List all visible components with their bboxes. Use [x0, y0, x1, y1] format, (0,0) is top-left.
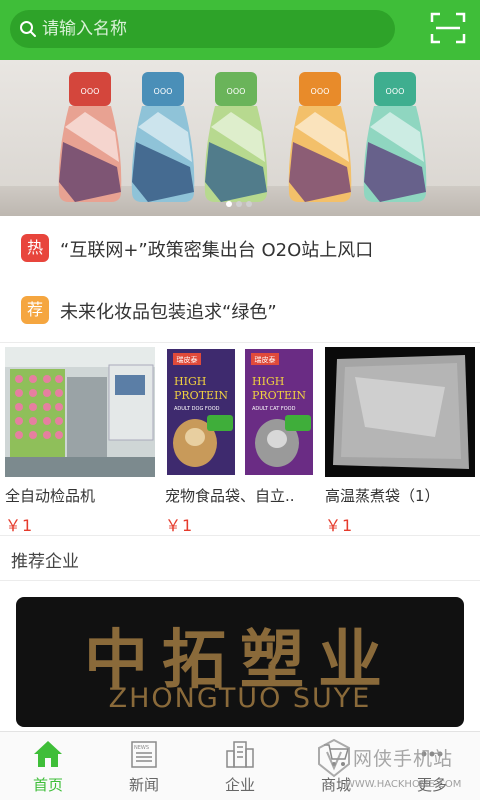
- company-name-en: ZHONGTUO SUYE: [108, 683, 372, 714]
- dog-food-label: ADULT DOG FOOD: [174, 406, 220, 412]
- building-icon: [226, 741, 254, 768]
- top-bar: [0, 0, 480, 60]
- home-icon: [34, 741, 62, 767]
- banner-bottle-blue: OOO: [131, 72, 195, 202]
- product-image: [325, 347, 475, 477]
- tab-label: 商城: [320, 776, 351, 794]
- scan-icon[interactable]: [430, 12, 466, 44]
- tab-news[interactable]: NEWS 新闻: [96, 732, 192, 800]
- svg-text:OOO: OOO: [311, 87, 330, 96]
- search-icon: [20, 21, 36, 37]
- news-title[interactable]: 未来化妆品包装追求“绿色”: [60, 298, 277, 324]
- carousel-dot[interactable]: [226, 201, 232, 207]
- product-name: 全自动检品机: [5, 487, 96, 505]
- svg-text:OOO: OOO: [386, 87, 405, 96]
- news-item[interactable]: 热 “互联网+”政策密集出台 O2O站上风口: [0, 218, 480, 280]
- divider: [0, 342, 480, 343]
- search-bar[interactable]: [10, 10, 395, 48]
- section-title: 推荐企业: [11, 552, 79, 572]
- search-input[interactable]: [42, 10, 382, 48]
- news-icon: NEWS: [131, 741, 157, 768]
- product-card[interactable]: 瑞皮泰 瑞皮泰 HIGH HIGH PROTEIN PROTEIN ADULT …: [165, 347, 315, 536]
- svg-text:NEWS: NEWS: [134, 745, 149, 751]
- product-image: [5, 347, 155, 477]
- svg-text:OOO: OOO: [154, 87, 173, 96]
- product-name: 高温蒸煮袋（1）: [325, 487, 440, 505]
- pouch-title-high-left: HIGH: [174, 375, 206, 388]
- product-name: 宠物食品袋、自立..: [165, 487, 295, 505]
- banner-bottle-red: OOO: [58, 72, 122, 202]
- hot-badge: 热: [21, 234, 49, 262]
- carousel-indicator: [226, 201, 252, 207]
- svg-text:OOO: OOO: [227, 87, 246, 96]
- divider: [0, 535, 480, 536]
- tab-more[interactable]: 更多: [384, 732, 480, 800]
- product-image: 瑞皮泰 瑞皮泰 HIGH HIGH PROTEIN PROTEIN ADULT …: [165, 347, 315, 477]
- tab-company[interactable]: 企业: [192, 732, 288, 800]
- product-card[interactable]: 全自动检品机 ￥1: [5, 347, 155, 536]
- product-price: ￥1: [5, 516, 34, 535]
- tab-mall[interactable]: 商城: [288, 732, 384, 800]
- carousel-dot[interactable]: [236, 201, 242, 207]
- pouch-title-protein-left: PROTEIN: [174, 389, 228, 402]
- company-banner[interactable]: 中拓塑业 ZHONGTUO SUYE: [16, 597, 464, 727]
- banner-bottle-orange: OOO: [288, 72, 352, 202]
- product-price: ￥1: [165, 516, 194, 535]
- pouch-title-high-right: HIGH: [252, 375, 284, 388]
- product-price: ￥1: [325, 516, 354, 535]
- divider: [0, 580, 480, 581]
- recommend-badge: 荐: [21, 296, 49, 324]
- pouch-brand-right: 瑞皮泰: [255, 355, 276, 364]
- news-title[interactable]: “互联网+”政策密集出台 O2O站上风口: [60, 236, 373, 262]
- bottom-tab-bar: 首页 NEWS 新闻 企业 商城 更多: [0, 731, 480, 800]
- tab-label: 新闻: [128, 776, 159, 794]
- cart-icon: [324, 744, 350, 766]
- tab-home[interactable]: 首页: [0, 732, 96, 800]
- tab-label: 企业: [224, 776, 255, 794]
- banner-bottle-teal: OOO: [363, 72, 427, 202]
- tab-label: 首页: [32, 776, 63, 794]
- banner-bottle-green: OOO: [204, 72, 268, 202]
- tab-label: 更多: [416, 776, 447, 794]
- pouch-title-protein-right: PROTEIN: [252, 389, 306, 402]
- product-card[interactable]: 高温蒸煮袋（1） ￥1: [325, 347, 475, 536]
- pouch-brand-left: 瑞皮泰: [177, 355, 198, 364]
- news-item[interactable]: 荐 未来化妆品包装追求“绿色”: [0, 280, 480, 342]
- carousel-dot[interactable]: [246, 201, 252, 207]
- more-icon: [421, 751, 443, 757]
- cat-food-label: ADULT CAT FOOD: [252, 406, 296, 412]
- svg-text:OOO: OOO: [81, 87, 100, 96]
- banner-carousel[interactable]: OOO OOO OOO OOO OOO: [0, 60, 480, 216]
